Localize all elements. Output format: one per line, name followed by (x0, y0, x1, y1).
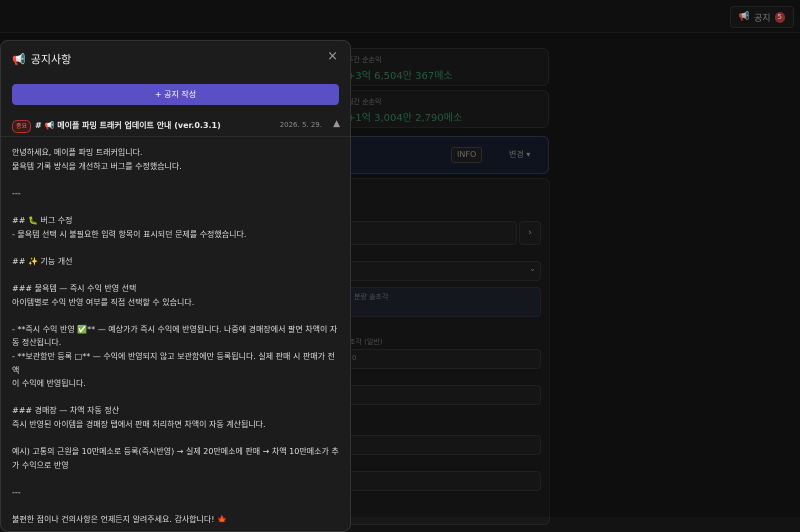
notice-date: 2026. 5. 29. (279, 121, 322, 129)
notice-body-line: ### 경매장 — 차액 자동 정산 (12, 406, 120, 416)
notice-body-line: ### 물욕템 — 즉시 수익 반영 선택 (12, 283, 137, 293)
megaphone-icon: 📢 (12, 52, 26, 66)
notice-title: # 📢 메이플 파밍 트래커 업데이트 안내 (ver.0.3.1) (35, 121, 221, 130)
notice-body-line: - 물욕템 선택 시 불필요한 입력 항목이 표시되던 문제를 수정했습니다. (12, 229, 247, 239)
notice-body-line: 가 수익으로 반영 (12, 460, 69, 470)
modal-title: 📢 공지사항 (12, 51, 71, 67)
notice-body-line: 이 수익에 반영됩니다. (12, 379, 86, 389)
notice-body-line: 동 정산됩니다. (12, 338, 62, 348)
notice-body-line: 불편한 점이나 건의사항은 언제든지 알려주세요. 감사합니다! 🍁 (12, 515, 227, 525)
notice-body-line (12, 309, 340, 323)
collapse-icon[interactable]: ▲ (333, 119, 340, 129)
notice-body-line (12, 241, 340, 255)
notice-body-line (12, 173, 340, 187)
notice-body-line: ## ✨ 기능 개선 (12, 256, 73, 266)
notice-body-line (12, 200, 340, 214)
notice-body-line: - **즉시 수익 반영 ✅** — 예상가가 즉시 수익에 반영됩니다. 나중… (12, 324, 338, 334)
notice-modal: 📢 공지사항 × + 공지 작성 중요 # 📢 메이플 파밍 트래커 업데이트 … (0, 40, 351, 532)
notice-body-line: 아이템별로 수익 반영 여부를 직접 선택할 수 있습니다. (12, 297, 195, 307)
close-icon[interactable]: × (327, 49, 338, 64)
notice-body-line (12, 431, 340, 445)
notice-body-line (12, 391, 340, 405)
notice-body: 안녕하세요, 메이플 파밍 트래커입니다. 물욕템 기록 방식을 개선하고 버그를… (12, 146, 340, 527)
notice-body-line: - **보관함만 등록 □** — 수익에 반영되지 않고 보관함에만 등록됩니… (12, 351, 335, 375)
notice-body-line: 예시) 고통의 근원을 10만메소로 등록(즉시반영) → 실제 20만메소에 … (12, 447, 339, 457)
notice-body-line: 즉시 반영된 아이템을 경매장 탭에서 판매 처리하면 차액이 자동 계산됩니다… (12, 419, 266, 429)
notice-item[interactable]: 중요 # 📢 메이플 파밍 트래커 업데이트 안내 (ver.0.3.1) 20… (1, 116, 350, 137)
notice-body-line: ## 🐛 버그 수정 (12, 215, 73, 225)
notice-body-line: 안녕하세요, 메이플 파밍 트래커입니다. (12, 148, 143, 157)
notice-body-line: --- (12, 487, 21, 497)
notice-body-line: 물욕템 기록 방식을 개선하고 버그를 수정했습니다. (12, 161, 182, 171)
notice-body-line (12, 268, 340, 282)
notice-body-line (12, 499, 340, 513)
modal-title-text: 공지사항 (30, 53, 72, 66)
notice-body-line: --- (12, 188, 21, 198)
write-notice-button[interactable]: + 공지 작성 (12, 84, 339, 105)
notice-body-line (12, 472, 340, 486)
important-badge: 중요 (12, 120, 32, 133)
modal-header: 📢 공지사항 × (1, 41, 350, 77)
